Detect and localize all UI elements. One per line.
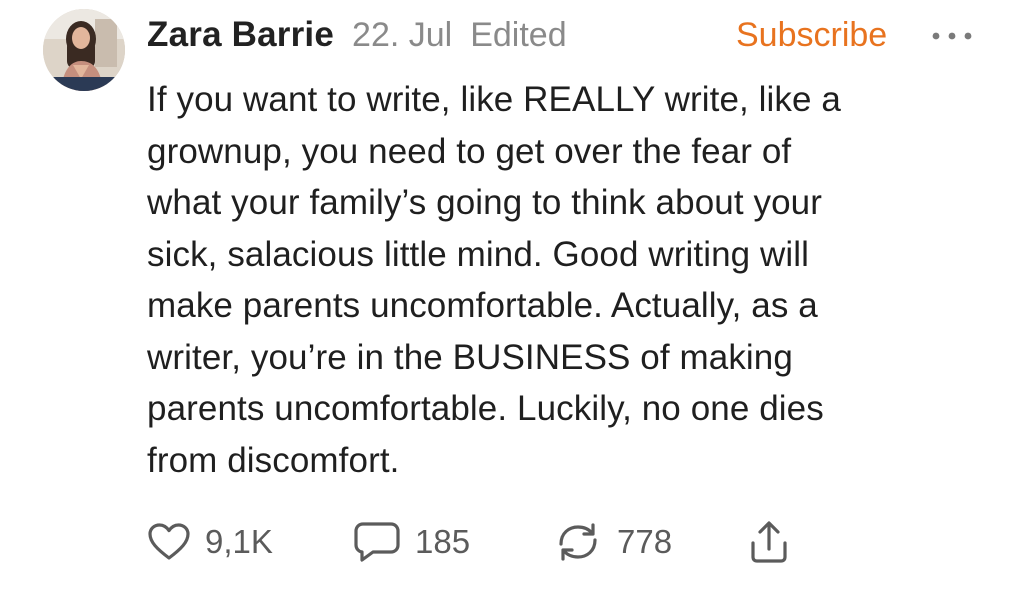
restack-count: 778: [617, 523, 673, 560]
subscribe-button[interactable]: Subscribe: [736, 12, 887, 58]
avatar-photo: [43, 9, 125, 91]
post-date: 22. Jul: [352, 15, 453, 54]
share-button[interactable]: [747, 514, 791, 570]
avatar[interactable]: [43, 9, 125, 91]
share-icon: [751, 521, 787, 563]
restack-icon: [559, 523, 597, 561]
comment-button[interactable]: 185: [353, 514, 470, 570]
post-header: Zara Barrie 22. Jul Edited: [147, 12, 567, 58]
post-body: If you want to write, like REALLY write,…: [147, 80, 841, 480]
comment-count: 185: [415, 523, 471, 560]
comment-bubble-icon: [354, 522, 400, 562]
more-dots-icon: [932, 32, 972, 40]
post-card: Zara Barrie 22. Jul Edited Subscribe If …: [0, 0, 1014, 600]
edited-label: Edited: [470, 15, 567, 54]
like-count: 9,1K: [205, 523, 273, 560]
heart-icon: [148, 523, 190, 560]
restack-button[interactable]: 778: [553, 514, 672, 570]
action-bar: 9,1K 185 778: [147, 514, 867, 570]
author-name[interactable]: Zara Barrie: [147, 15, 334, 55]
more-button[interactable]: [930, 26, 974, 46]
like-button[interactable]: 9,1K: [147, 514, 273, 570]
